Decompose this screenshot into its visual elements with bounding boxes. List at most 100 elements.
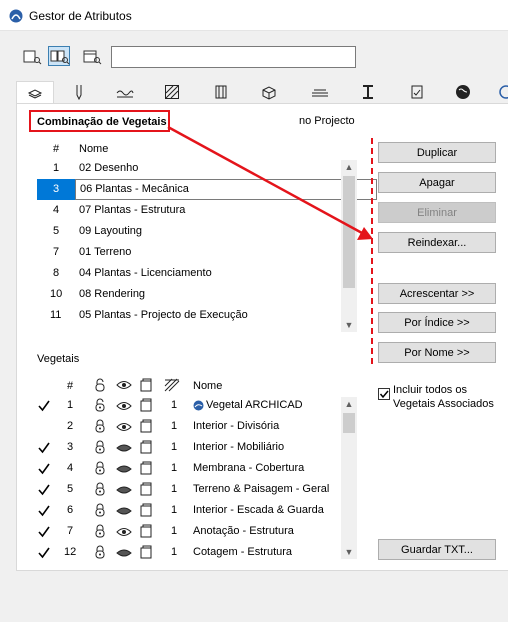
tab-surfaces[interactable] [444,81,482,103]
tab-layers[interactable] [16,81,54,105]
list-item[interactable]: 1 02 Desenho [37,158,343,179]
table-row[interactable]: 6 1 Interior - Escada & Guarda [33,500,341,521]
page-icon[interactable] [139,461,153,475]
acrescentar-button[interactable]: Acrescentar >> [378,283,496,304]
scroll-thumb[interactable] [343,413,355,433]
apagar-button[interactable]: Apagar [378,172,496,193]
por-nome-button[interactable]: Por Nome >> [378,342,496,363]
eye-open-icon[interactable] [116,400,132,412]
view-double-button[interactable] [48,46,70,66]
table-row[interactable]: 5 1 Terreno & Paisagem - Geral [33,479,341,500]
scroll-up-icon[interactable]: ▲ [341,160,357,174]
combinations-list[interactable]: # Nome 1 02 Desenho 3 06 Plantas - Mecânic… [37,140,377,338]
row-number: 7 [67,525,74,537]
eye-closed-icon[interactable] [116,463,132,475]
check-icon[interactable] [38,484,50,496]
table-row[interactable]: 3 1 Interior - Mobiliário [33,437,341,458]
list-item[interactable]: 5 09 Layouting [37,221,343,242]
profile-icon [363,85,373,99]
table-row[interactable]: 2 1 Interior - Divisória [33,416,341,437]
include-all-label[interactable]: Incluir todos os Vegetais Associados [393,383,494,411]
list-item[interactable]: 11 05 Plantas - Projecto de Execução [37,305,343,326]
eye-closed-icon[interactable] [116,484,132,496]
scroll-up-icon[interactable]: ▲ [341,397,357,411]
lock-icon[interactable] [93,545,107,559]
check-icon[interactable] [38,547,50,559]
page-icon[interactable] [139,440,153,454]
eye-open-icon[interactable] [116,526,132,538]
por-indice-button[interactable]: Por Índice >> [378,312,496,333]
list-header: # Nome [33,377,357,395]
page-icon[interactable] [139,482,153,496]
page-icon[interactable] [139,524,153,538]
tab-more[interactable] [492,81,508,103]
combination-title: Combinação de Vegetais [37,116,167,128]
scroll-thumb[interactable] [343,176,355,288]
check-icon[interactable] [38,526,50,538]
lock-icon[interactable] [93,524,107,538]
eye-closed-icon[interactable] [116,505,132,517]
scroll-down-icon[interactable]: ▼ [341,545,357,559]
list-item-selected[interactable]: 3 06 Plantas - Mecânica [37,179,377,200]
duplicar-button[interactable]: Duplicar [378,142,496,163]
scroll-down-icon[interactable]: ▼ [341,318,357,332]
page-icon[interactable] [139,545,153,559]
vegetais-label: Vegetais [37,353,80,365]
lock-icon[interactable] [93,461,107,475]
page-icon[interactable] [139,398,153,412]
eye-open-icon[interactable] [116,421,132,433]
view-file-button[interactable] [80,46,102,66]
check-icon [379,390,389,399]
tab-fills[interactable] [153,81,191,103]
tab-pens[interactable] [60,81,98,103]
tab-profiles[interactable] [349,81,387,103]
include-all-checkbox[interactable] [378,388,390,400]
check-icon[interactable] [38,442,50,454]
table-row[interactable]: 1 1 Vegetal ARCHICAD [33,395,341,416]
eliminar-button[interactable]: Eliminar [378,202,496,223]
top-list-scrollbar[interactable]: ▲ ▼ [341,160,357,332]
fill-value: 1 [171,546,178,558]
zone-icon [312,89,328,97]
table-row[interactable]: 12 1 Cotagem - Estrutura [33,542,341,563]
list-item[interactable]: 7 01 Terreno [37,242,343,263]
table-row[interactable]: 7 1 Anotação - Estrutura [33,521,341,542]
row-name: Interior - Divisória [193,420,280,432]
unlock-icon[interactable] [93,398,107,412]
layers-icon [27,89,43,99]
list-header: # Nome [37,140,357,158]
view-single-button[interactable] [20,46,42,66]
lock-icon[interactable] [93,419,107,433]
tab-lines[interactable] [106,81,144,103]
eye-closed-icon[interactable] [116,442,132,454]
globe-icon [193,400,204,411]
guardar-txt-button[interactable]: Guardar TXT... [378,539,496,560]
check-icon[interactable] [38,400,50,412]
list-item[interactable]: 4 07 Plantas - Estrutura [37,200,343,221]
tab-mep[interactable] [398,81,436,103]
tab-composites[interactable] [202,81,240,103]
window-title: Gestor de Atributos [29,9,132,23]
single-view-icon [23,50,42,65]
page-icon[interactable] [139,419,153,433]
pen-icon [76,85,82,100]
fills-icon [165,85,179,99]
lock-icon[interactable] [93,503,107,517]
lock-icon[interactable] [93,440,107,454]
reindexar-button[interactable]: Reindexar... [378,232,496,253]
search-input[interactable] [111,46,356,68]
list-item[interactable]: 10 08 Rendering [37,284,343,305]
check-icon[interactable] [38,505,50,517]
bottom-list-scrollbar[interactable]: ▲ ▼ [341,397,357,559]
tab-building-materials[interactable] [250,81,288,103]
tab-zones[interactable] [301,81,339,103]
page-icon[interactable] [139,503,153,517]
check-icon[interactable] [38,463,50,475]
app-logo-icon [9,9,23,23]
vegetais-list[interactable]: # Nome 1 1 Vegetal ARCHICAD 2 1 Interior - Di… [33,377,357,561]
eye-closed-icon[interactable] [116,547,132,559]
lock-icon[interactable] [93,482,107,496]
list-item[interactable]: 8 04 Plantas - Licenciamento [37,263,343,284]
fill-value: 1 [171,483,178,495]
table-row[interactable]: 4 1 Membrana - Cobertura [33,458,341,479]
